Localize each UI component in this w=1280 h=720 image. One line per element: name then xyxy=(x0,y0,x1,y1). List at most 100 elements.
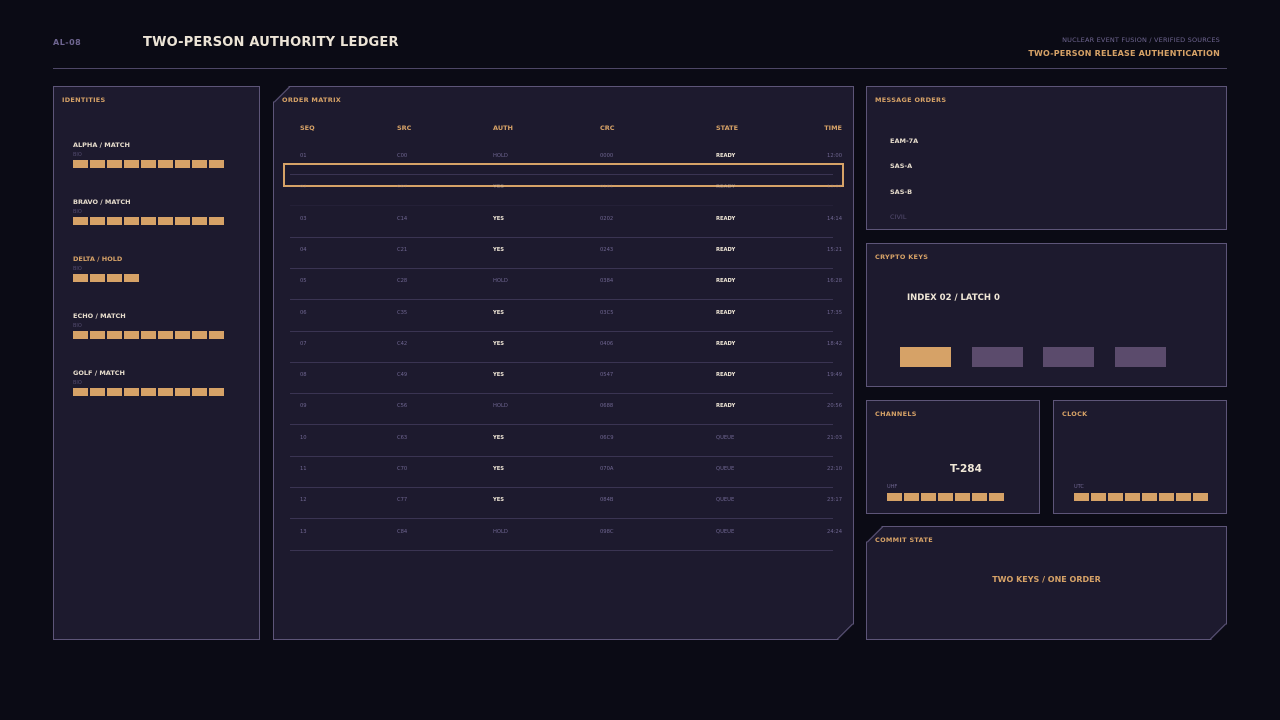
cell-src: C49 xyxy=(397,372,408,379)
cell-src: C56 xyxy=(397,403,408,410)
identity-match-block xyxy=(141,217,156,225)
identity-name: GOLF / MATCH xyxy=(73,369,125,377)
identity-match-bar xyxy=(73,388,224,396)
crypto-key-slot[interactable] xyxy=(1043,347,1094,367)
identity-match-block xyxy=(175,388,190,396)
identity-sub-label: BIO xyxy=(73,323,82,329)
identity-match-bar xyxy=(73,160,224,168)
cell-time: 22:10 xyxy=(827,466,842,472)
table-row[interactable]: 11 C70 YES 070A QUEUE 22:10 xyxy=(290,456,842,488)
table-row[interactable]: 04 C21 YES 0243 READY 15:21 xyxy=(290,237,842,269)
table-row[interactable]: 07 C42 YES 0406 READY 18:42 xyxy=(290,331,842,363)
crypto-keys-panel: CRYPTO KEYS INDEX 02 / LATCH 0 xyxy=(866,243,1227,387)
column-header-state: STATE xyxy=(716,124,739,132)
cell-src: C63 xyxy=(397,434,408,441)
message-order-item[interactable]: CIVIL xyxy=(890,213,906,221)
channel-gauge-block xyxy=(938,493,953,501)
identity-entry[interactable]: ALPHA / MATCH BIO xyxy=(73,141,224,168)
identity-match-block xyxy=(175,217,190,225)
ledger-code: AL-08 xyxy=(53,38,82,47)
identity-sub-label: BIO xyxy=(73,152,82,158)
identity-match-block xyxy=(141,388,156,396)
cell-time: 18:42 xyxy=(827,340,842,347)
table-row[interactable]: 05 C28 HOLD 0384 READY 16:28 xyxy=(290,268,842,301)
identity-match-block xyxy=(73,274,88,282)
identity-match-block xyxy=(192,331,207,339)
crypto-key-slot[interactable] xyxy=(900,347,951,367)
identity-match-block xyxy=(175,331,190,339)
column-header-auth: AUTH xyxy=(493,124,513,132)
header-status: NUCLEAR EVENT FUSION / VERIFIED SOURCES … xyxy=(1028,36,1220,58)
table-row[interactable]: 10 C63 YES 06C9 QUEUE 21:03 xyxy=(290,425,842,457)
cell-state: READY xyxy=(716,403,736,410)
clock-title: CLOCK xyxy=(1062,410,1088,418)
identity-match-block xyxy=(73,331,88,339)
identity-match-block xyxy=(124,160,139,168)
crypto-key-slot[interactable] xyxy=(971,347,1023,367)
identity-match-block xyxy=(141,160,156,168)
cell-crc: 0000 xyxy=(600,153,614,159)
cell-state: QUEUE xyxy=(716,466,735,472)
cell-auth: HOLD xyxy=(493,403,508,410)
cell-crc: 070A xyxy=(600,466,614,472)
identity-sub-label: BIO xyxy=(73,380,82,386)
identities-title: IDENTITIES xyxy=(62,96,106,104)
identity-match-block xyxy=(107,388,122,396)
identity-match-block xyxy=(107,274,122,282)
cell-time: 23:17 xyxy=(827,497,842,504)
message-orders-panel: MESSAGE ORDERS EAM-7A SAS-A SAS-B CIVIL xyxy=(866,86,1227,230)
cell-seq: 06 xyxy=(300,309,307,316)
column-header-crc: CRC xyxy=(600,124,615,132)
cell-auth: YES xyxy=(493,434,505,441)
table-row[interactable]: 13 C84 HOLD 098C QUEUE 24:24 xyxy=(290,519,842,551)
identity-match-block xyxy=(192,388,207,396)
header-mode: TWO-PERSON RELEASE AUTHENTICATION xyxy=(1028,49,1220,58)
cell-auth: HOLD xyxy=(493,278,508,285)
channel-band-label: UHF xyxy=(887,484,898,490)
identity-match-block xyxy=(90,388,105,396)
clock-zone-label: UTC xyxy=(1074,484,1084,490)
cell-state: READY xyxy=(716,309,736,316)
table-row[interactable]: 02 C07 YES 0161 READY 13:07 xyxy=(290,174,842,207)
identity-match-block xyxy=(90,160,105,168)
table-row[interactable]: 01 C00 HOLD 0000 READY 12:00 xyxy=(290,143,842,175)
table-row[interactable]: 06 C35 YES 03C5 READY 17:35 xyxy=(290,300,842,332)
cell-seq: 04 xyxy=(300,246,307,253)
cell-auth: HOLD xyxy=(493,528,508,535)
order-matrix-title: ORDER MATRIX xyxy=(282,96,342,104)
panel-corner xyxy=(1211,624,1227,640)
table-row[interactable]: 08 C49 YES 0547 READY 19:49 xyxy=(290,362,842,395)
cell-state: QUEUE xyxy=(716,528,735,535)
message-order-item[interactable]: EAM-7A xyxy=(890,137,918,145)
message-order-item[interactable]: SAS-B xyxy=(890,188,912,196)
clock-gauge xyxy=(1074,493,1208,501)
cell-auth: YES xyxy=(493,340,505,347)
identity-entry[interactable]: DELTA / HOLD BIO xyxy=(73,255,139,282)
identity-entry[interactable]: GOLF / MATCH BIO xyxy=(73,369,224,396)
identity-sub-label: BIO xyxy=(73,266,82,272)
cell-src: C42 xyxy=(397,340,408,347)
table-row[interactable]: 09 C56 HOLD 0688 READY 20:56 xyxy=(290,393,842,426)
table-row[interactable]: 12 C77 YES 084B QUEUE 23:17 xyxy=(290,487,842,520)
identity-match-block xyxy=(124,331,139,339)
message-order-item[interactable]: SAS-A xyxy=(890,162,912,170)
channel-gauge-block xyxy=(887,493,902,501)
cell-seq: 01 xyxy=(300,153,307,159)
channel-gauge-block xyxy=(989,493,1004,501)
identity-entry[interactable]: BRAVO / MATCH BIO xyxy=(73,198,224,225)
cell-crc: 0243 xyxy=(600,246,614,253)
identity-match-block xyxy=(124,274,139,282)
channel-gauge xyxy=(887,493,1004,501)
cell-time: 15:21 xyxy=(827,246,842,253)
identity-entry[interactable]: ECHO / MATCH BIO xyxy=(73,312,224,339)
cell-time: 16:28 xyxy=(827,278,842,285)
cell-state: READY xyxy=(716,372,736,379)
cell-src: C21 xyxy=(397,246,408,253)
crypto-key-slot[interactable] xyxy=(1114,347,1166,367)
cell-time: 14:14 xyxy=(827,215,842,222)
cell-time: 20:56 xyxy=(827,403,842,410)
header-subtitle: NUCLEAR EVENT FUSION / VERIFIED SOURCES xyxy=(1062,36,1220,44)
cell-crc: 03C5 xyxy=(600,309,614,316)
table-row[interactable]: 03 C14 YES 0202 READY 14:14 xyxy=(290,206,842,238)
cell-seq: 11 xyxy=(300,466,307,472)
